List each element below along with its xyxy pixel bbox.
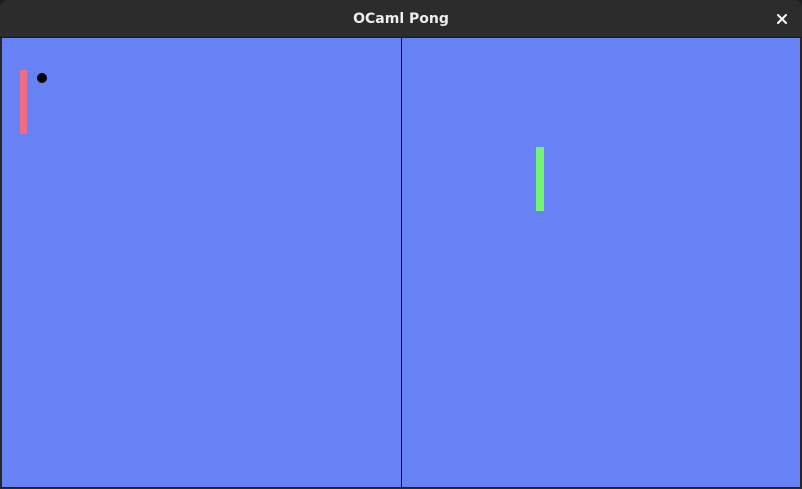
- game-field[interactable]: [1, 38, 801, 488]
- app-window: OCaml Pong: [0, 0, 802, 489]
- close-icon: [777, 14, 787, 24]
- center-divider: [401, 38, 402, 488]
- ball: [37, 73, 47, 83]
- title-bar[interactable]: OCaml Pong: [0, 0, 802, 38]
- left-paddle: [20, 70, 27, 134]
- close-button[interactable]: [770, 7, 794, 31]
- window-title: OCaml Pong: [353, 11, 449, 27]
- right-paddle: [536, 147, 544, 211]
